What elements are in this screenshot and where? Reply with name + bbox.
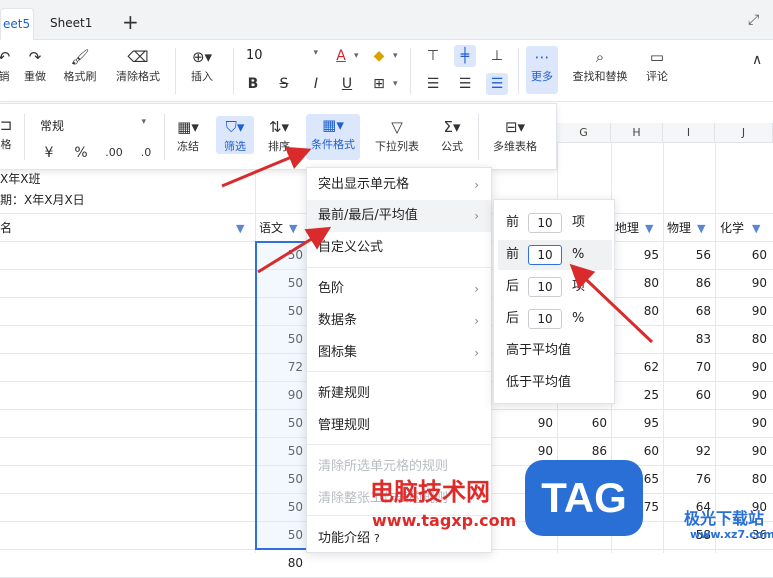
watermark-right-url: www.xz7.com [690, 528, 773, 541]
annotation-arrow [569, 263, 654, 344]
watermark-tag-logo: TAG [525, 460, 643, 536]
annotation-arrow [221, 146, 312, 188]
watermark-site-name: 电脑技术网 [370, 478, 490, 506]
cell-chinese[interactable]: 80 [259, 549, 303, 577]
annotation-overlay [221, 146, 654, 344]
annotation-arrow [257, 226, 332, 274]
watermark-right-text: 极光下载站 [684, 509, 765, 528]
watermark-url: www.tagxp.com [372, 511, 517, 530]
